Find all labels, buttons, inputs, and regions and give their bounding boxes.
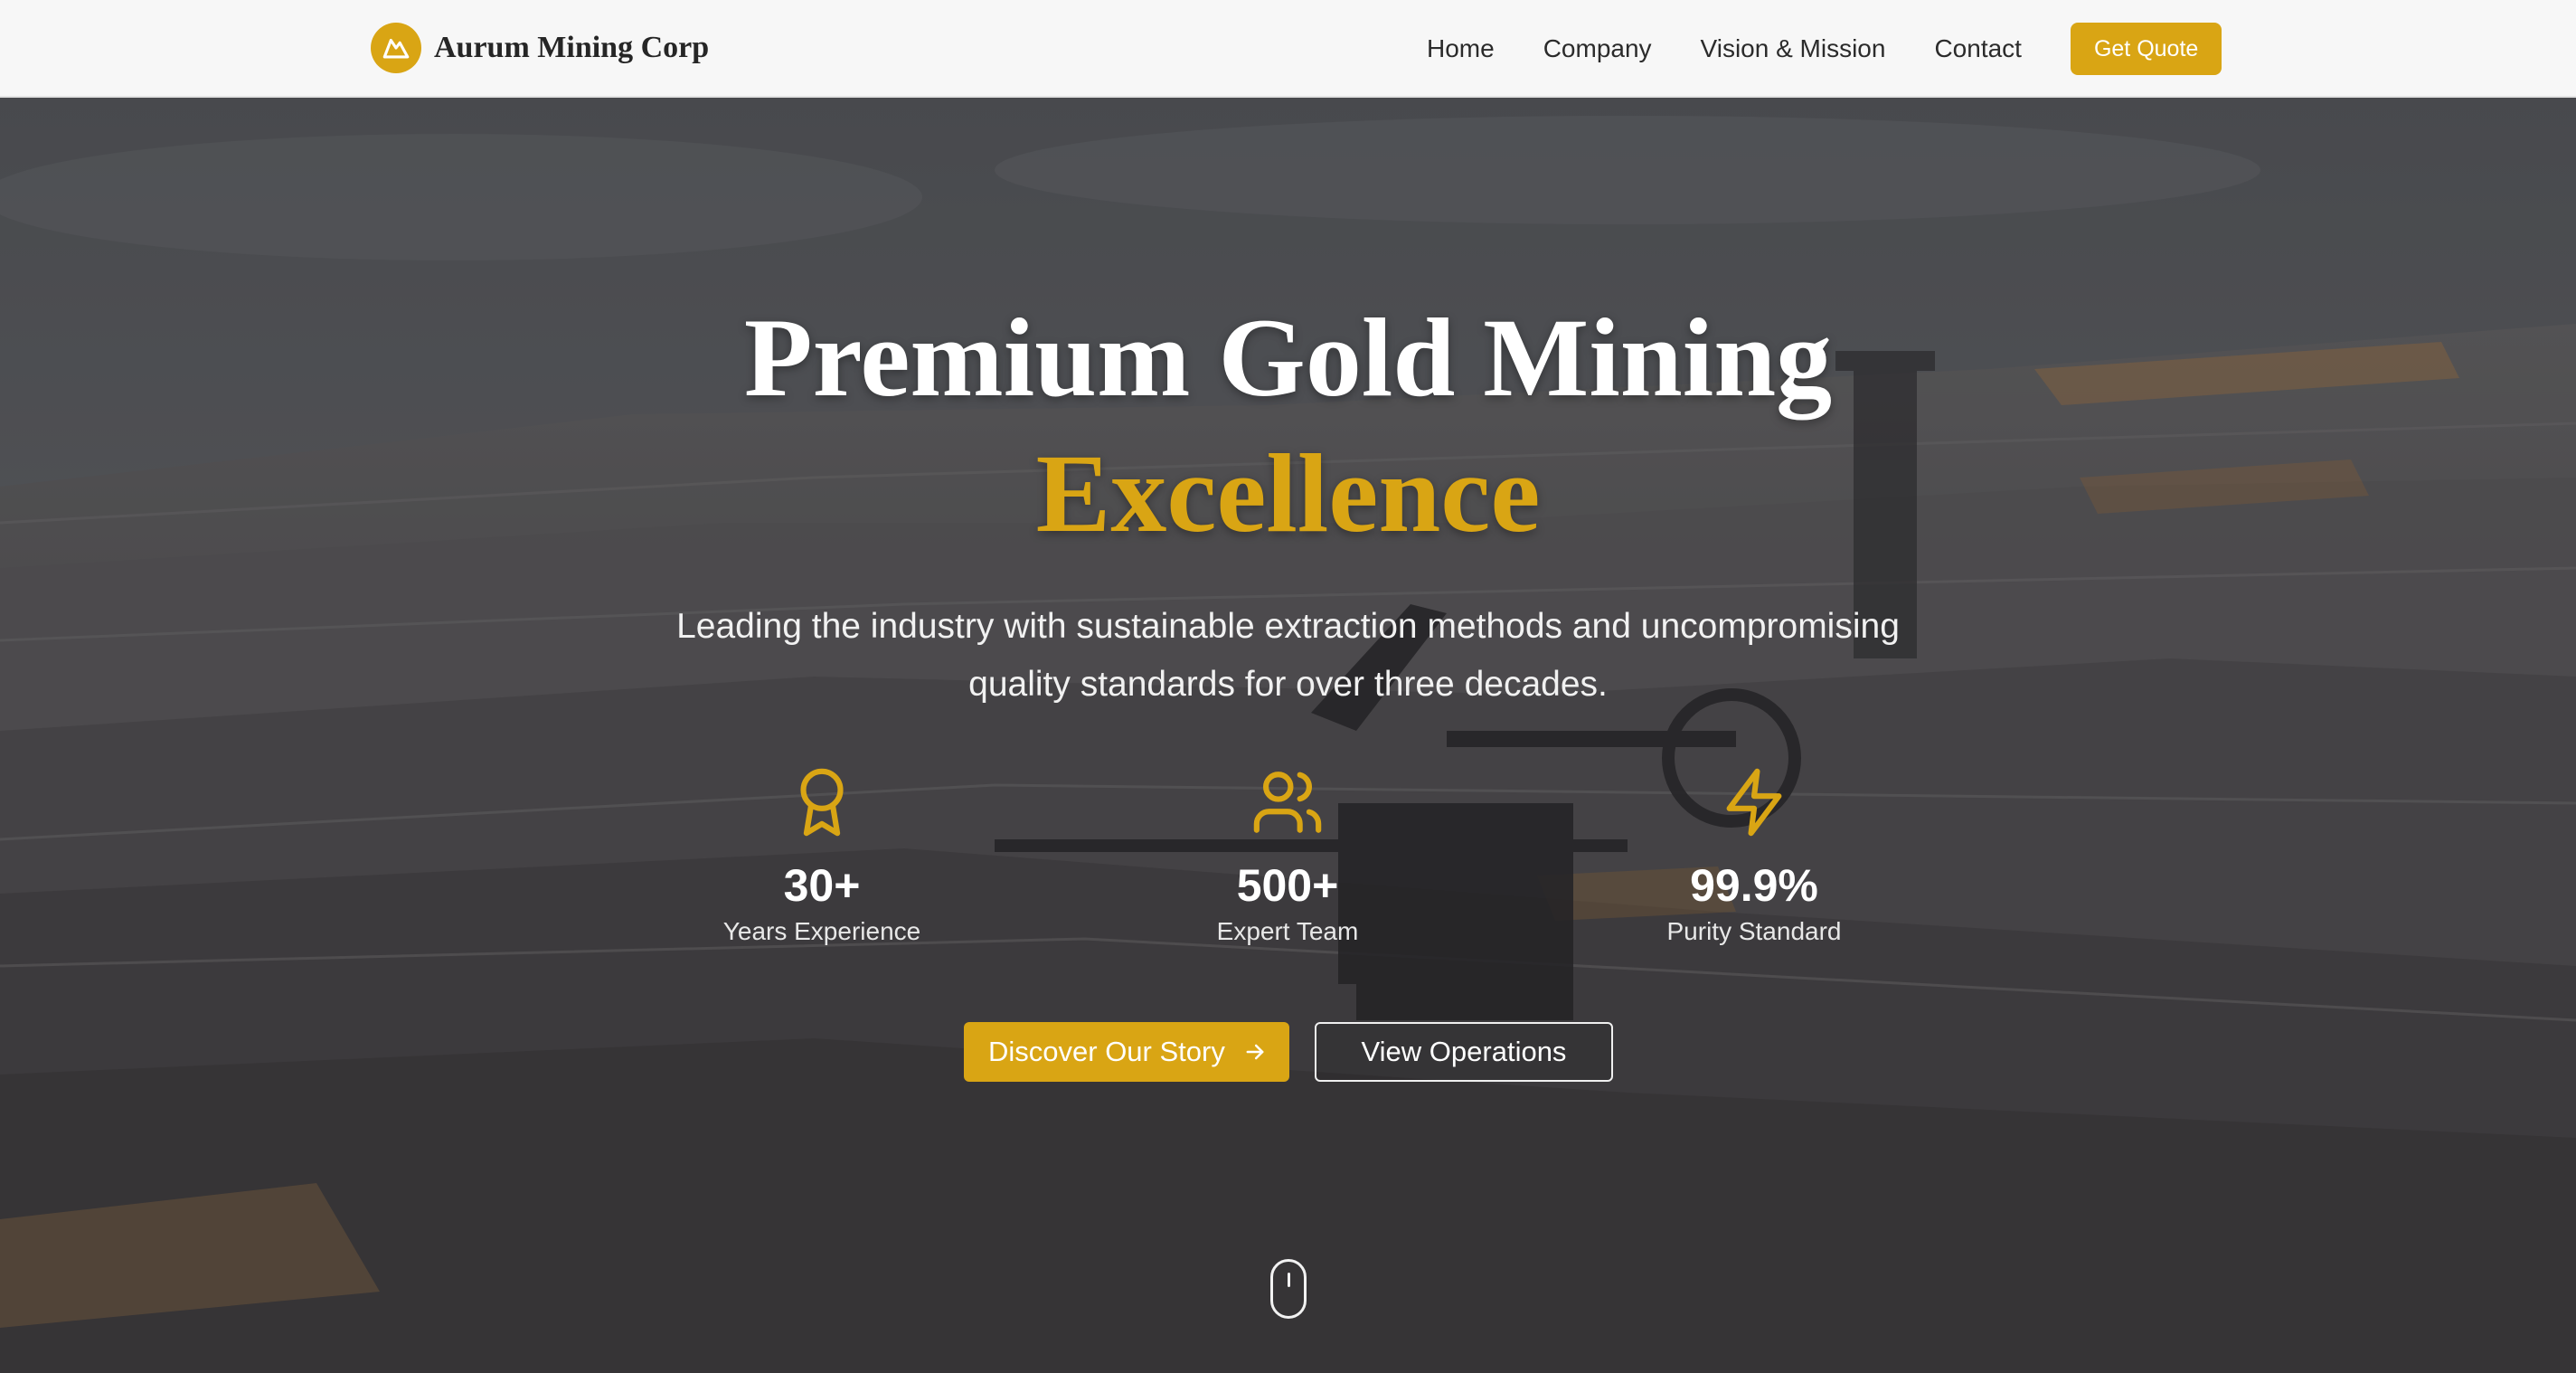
- nav-link-contact[interactable]: Contact: [1934, 34, 2022, 63]
- nav-link-home[interactable]: Home: [1427, 34, 1495, 63]
- arrow-right-icon: [1246, 1044, 1264, 1060]
- nav-links: Home Company Vision & Mission Contact Ge…: [1427, 0, 2222, 98]
- hero-title-highlight: Excellence: [1035, 431, 1541, 555]
- hero-title: Premium Gold Mining: [743, 296, 1833, 420]
- discover-our-story-button[interactable]: Discover Our Story: [964, 1022, 1289, 1082]
- hero-subtitle-line: Leading the industry with sustainable ex…: [676, 607, 1900, 646]
- mouse-scroll-icon[interactable]: [1270, 1259, 1307, 1319]
- stat-value: 99.9%: [1690, 860, 1818, 911]
- stat-value: 500+: [1236, 860, 1339, 911]
- get-quote-button[interactable]: Get Quote: [2070, 23, 2222, 75]
- award-icon: [800, 768, 844, 837]
- stat-label: Purity Standard: [1666, 917, 1842, 945]
- stat-label: Expert Team: [1216, 917, 1359, 945]
- nav-link-vision-mission[interactable]: Vision & Mission: [1701, 34, 1886, 63]
- hero-section: Premium Gold Mining Excellence Leading t…: [0, 98, 2576, 1373]
- hero-subtitle-line: quality standards for over three decades…: [968, 665, 1608, 704]
- nav-link-company[interactable]: Company: [1543, 34, 1652, 63]
- users-icon: [1253, 772, 1322, 833]
- hero-overlay: [0, 98, 2576, 1373]
- stat-years-experience: 30+ Years Experience: [632, 765, 1012, 946]
- brand-logo[interactable]: Aurum Mining Corp: [371, 23, 709, 73]
- discover-button-label: Discover Our Story: [988, 1036, 1225, 1067]
- hero-subtitle: Leading the industry with sustainable ex…: [0, 598, 2576, 714]
- view-operations-button[interactable]: View Operations: [1315, 1022, 1613, 1082]
- stat-purity-standard: 99.9% Purity Standard: [1564, 765, 1944, 946]
- navbar: Aurum Mining Corp Home Company Vision & …: [0, 0, 2576, 98]
- mountain-icon: [371, 23, 421, 73]
- stat-value: 30+: [783, 860, 861, 911]
- stat-label: Years Experience: [722, 917, 921, 945]
- stat-expert-team: 500+ Expert Team: [1098, 765, 1477, 946]
- scroll-wheel: [1288, 1273, 1290, 1287]
- lightning-icon: [1726, 768, 1782, 837]
- brand-name: Aurum Mining Corp: [434, 31, 710, 64]
